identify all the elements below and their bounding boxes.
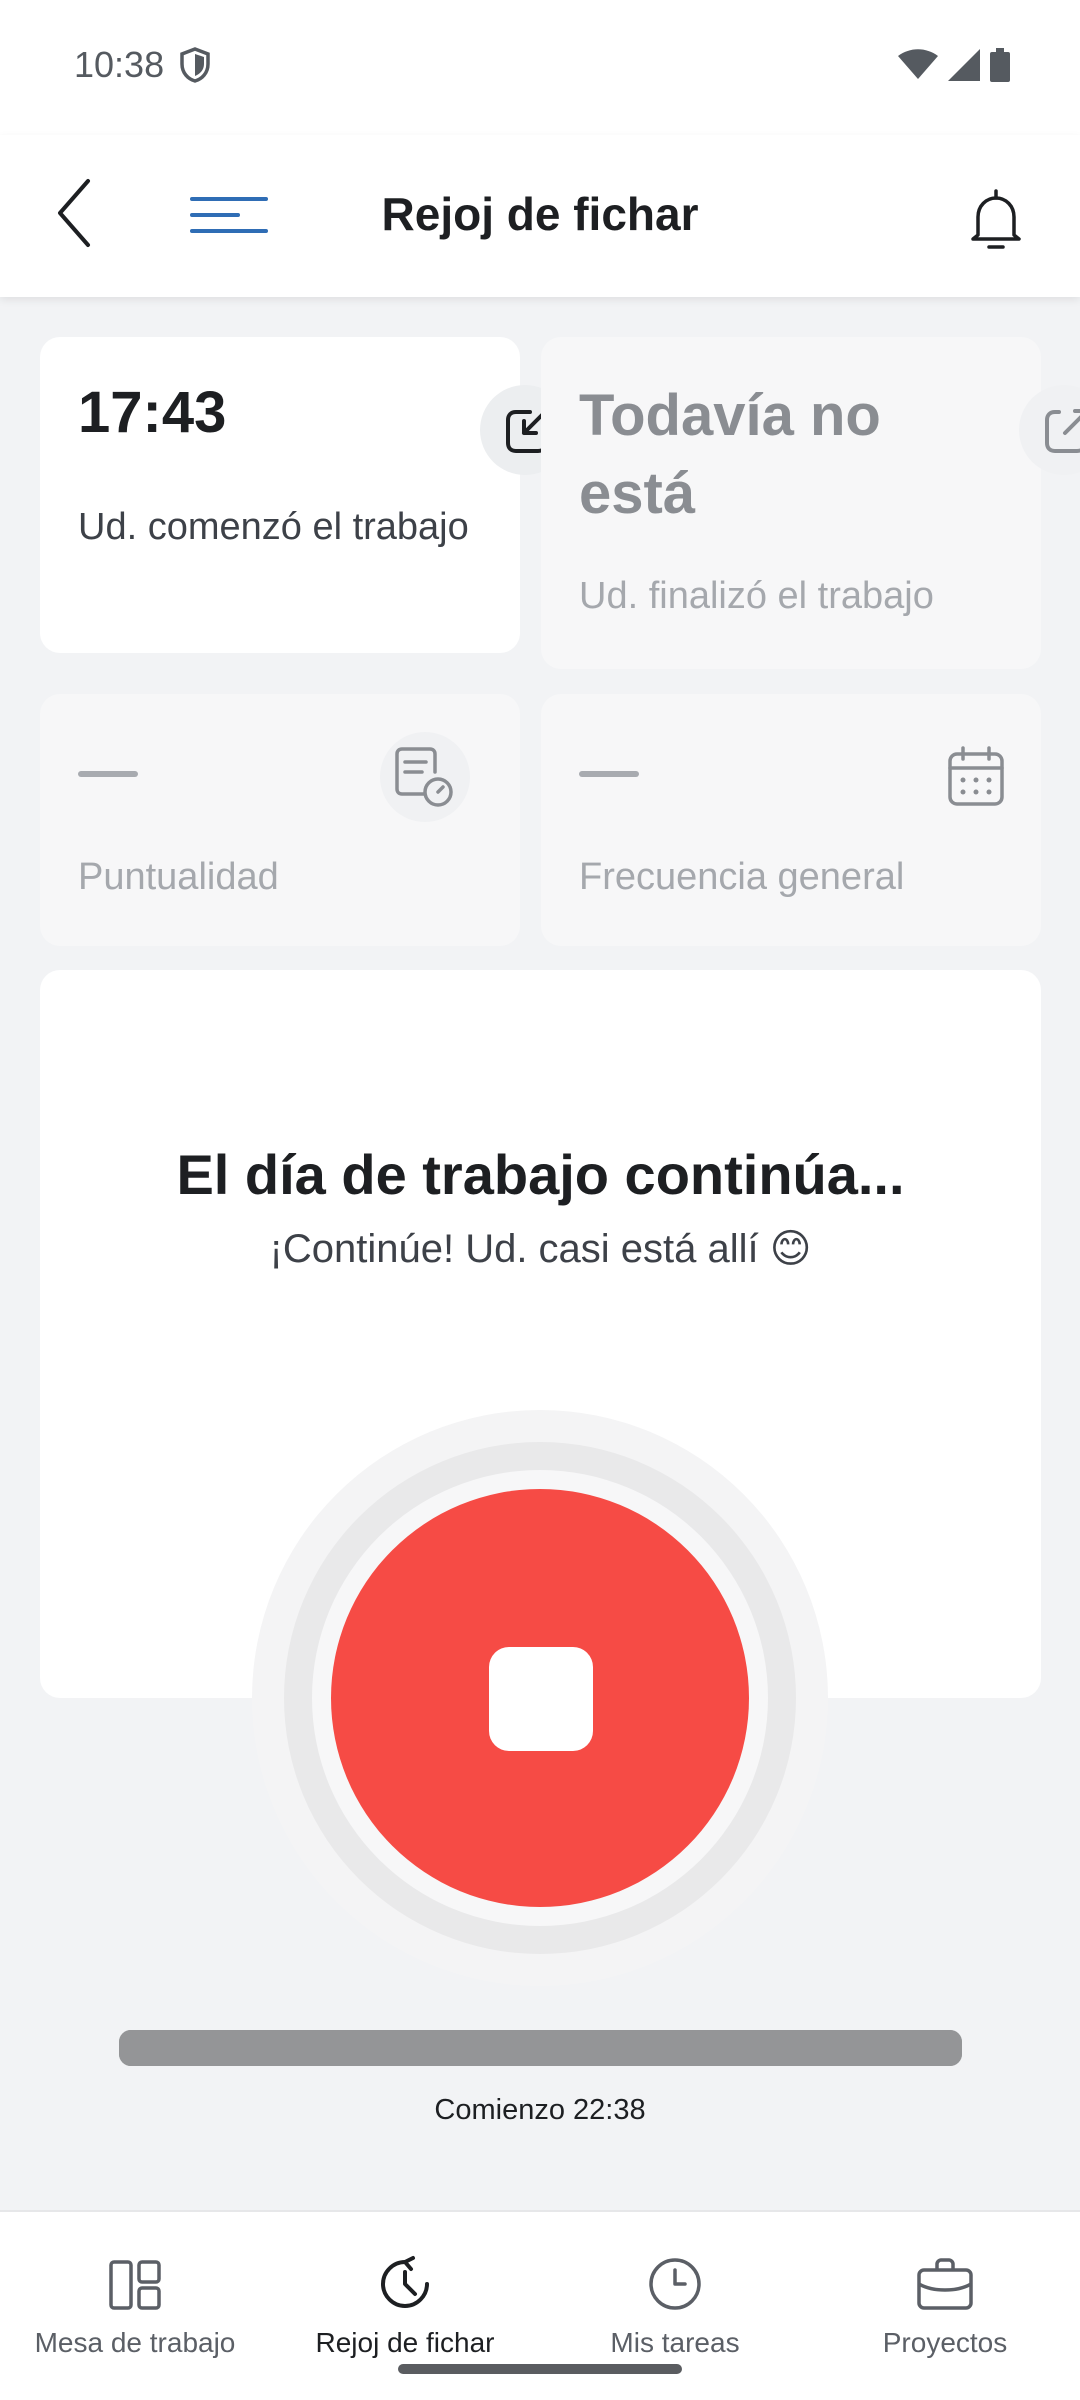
briefcase-icon xyxy=(917,2258,973,2310)
status-icons xyxy=(898,48,1010,82)
stop-button[interactable] xyxy=(331,1489,749,1907)
nav-label-proyectos: Proyectos xyxy=(882,2327,1008,2358)
work-start-card: 17:43 Ud. comenzó el trabajo xyxy=(40,337,570,653)
frequency-value xyxy=(579,771,639,777)
workday-progress-fill xyxy=(119,2030,962,2066)
home-indicator[interactable] xyxy=(398,2364,682,2374)
external-link-icon[interactable] xyxy=(1019,385,1080,475)
shield-icon xyxy=(180,47,210,83)
nav-label-mesa-de-trabajo: Mesa de trabajo xyxy=(34,2327,236,2358)
dashboard-icon xyxy=(109,2260,161,2310)
work-end-card: Todavía no está Ud. finalizó el trabajo xyxy=(541,337,1080,669)
punctuality-label: Puntualidad xyxy=(78,856,279,898)
punctuality-value xyxy=(78,771,138,777)
document-clock-icon xyxy=(380,732,470,822)
battery-icon xyxy=(990,48,1010,82)
start-time-value: 17:43 xyxy=(78,380,227,445)
app-header: Rejoj de fichar xyxy=(0,135,1080,297)
nav-label-mis-tareas: Mis tareas xyxy=(610,2327,740,2358)
clock-icon xyxy=(649,2258,701,2310)
workday-subtitle: ¡Continúe! Ud. casi está allí 😊 xyxy=(269,1227,812,1271)
end-time-value: Todavía no está xyxy=(579,383,881,526)
nav-item-mesa-de-trabajo[interactable]: Mesa de trabajo xyxy=(0,2212,270,2400)
start-time-label: Ud. comenzó el trabajo xyxy=(78,506,469,548)
bell-icon[interactable] xyxy=(966,187,1026,253)
punctuality-card: Puntualidad xyxy=(40,694,520,946)
frequency-label: Frecuencia general xyxy=(579,856,905,898)
clock-arrow-icon xyxy=(380,2256,429,2309)
nav-label-rejoj-de-fichar: Rejoj de fichar xyxy=(315,2327,495,2358)
stop-icon xyxy=(489,1647,593,1751)
frequency-card: Frecuencia general xyxy=(541,694,1041,946)
signal-icon xyxy=(948,49,980,81)
workday-title: El día de trabajo continúa... xyxy=(176,1143,905,1206)
page-title: Rejoj de fichar xyxy=(381,188,699,240)
status-time: 10:38 xyxy=(74,44,165,85)
wifi-icon xyxy=(898,49,938,79)
nav-item-proyectos[interactable]: Proyectos xyxy=(810,2212,1080,2400)
status-bar: 10:38 xyxy=(0,0,1080,135)
end-time-label: Ud. finalizó el trabajo xyxy=(579,575,934,617)
calendar-icon xyxy=(931,732,1021,822)
workday-progress-bar xyxy=(119,2030,962,2066)
workday-start-caption: Comienzo 22:38 xyxy=(434,2094,646,2126)
